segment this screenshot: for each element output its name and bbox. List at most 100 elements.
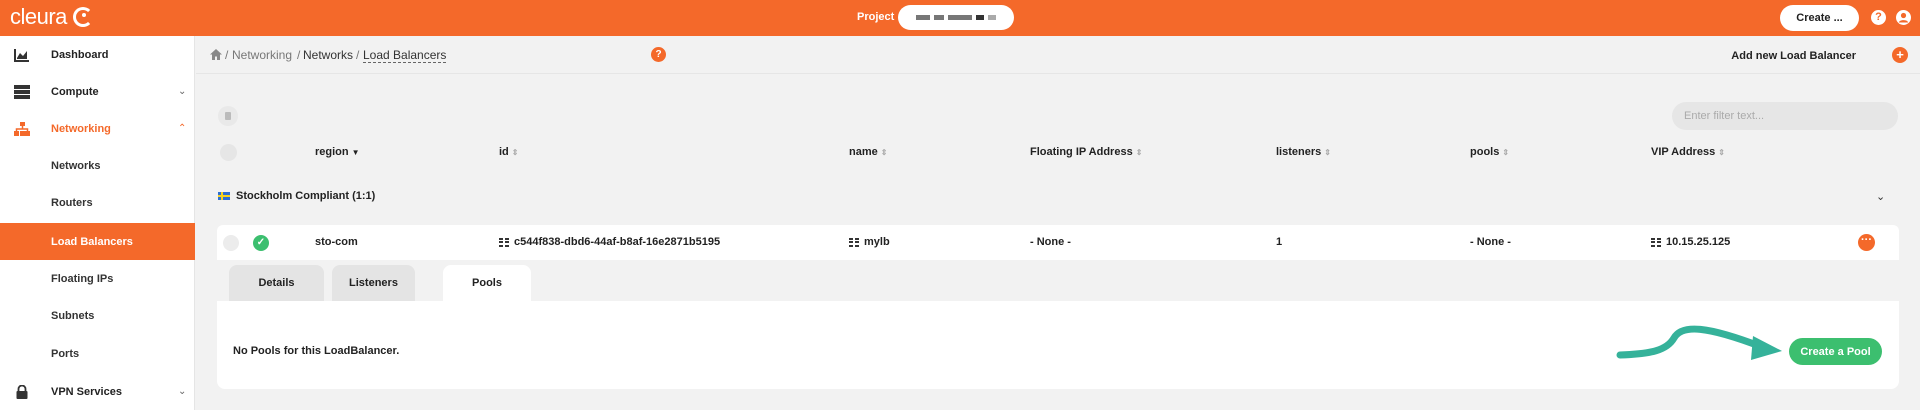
list-icon bbox=[1651, 237, 1661, 247]
sort-icon: ⇕ bbox=[1502, 148, 1510, 157]
server-icon bbox=[14, 84, 30, 99]
project-label: Project bbox=[857, 11, 895, 23]
sort-icon: ⇕ bbox=[511, 148, 519, 157]
column-label: region bbox=[315, 146, 349, 158]
create-button[interactable]: Create ... bbox=[1780, 5, 1859, 31]
tab-pools[interactable]: Pools bbox=[443, 265, 531, 301]
sidebar-item-floating-ips[interactable]: Floating IPs bbox=[0, 260, 195, 297]
row-detail-panel: Details Listeners Pools No Pools for thi… bbox=[217, 260, 1899, 389]
detail-tabs: Details Listeners Pools bbox=[217, 260, 1899, 301]
column-label: name bbox=[849, 146, 878, 158]
sidebar-item-routers[interactable]: Routers bbox=[0, 184, 195, 221]
status-ok-icon: ✓ bbox=[253, 235, 269, 251]
breadcrumb: / Networking / Networks / Load Balancers… bbox=[196, 36, 1920, 74]
column-header-listeners[interactable]: listeners ⇕ bbox=[1276, 146, 1331, 158]
logo[interactable]: cleura bbox=[10, 4, 93, 30]
cell-name: mylb bbox=[849, 236, 890, 248]
cell-pools: - None - bbox=[1470, 236, 1511, 248]
chart-icon bbox=[14, 48, 29, 62]
sidebar-item-label: VPN Services bbox=[51, 385, 122, 398]
help-icon[interactable]: ? bbox=[1871, 10, 1886, 25]
sidebar: Dashboard Compute ⌄ Networking ⌃ Network… bbox=[0, 36, 195, 410]
cell-floating-ip: - None - bbox=[1030, 236, 1071, 248]
cell-listeners: 1 bbox=[1276, 236, 1283, 248]
column-header-name[interactable]: name ⇕ bbox=[849, 146, 887, 158]
breadcrumb-networks[interactable]: Networks bbox=[303, 48, 353, 62]
list-icon bbox=[499, 237, 509, 247]
column-header-pools[interactable]: pools ⇕ bbox=[1470, 146, 1509, 158]
add-load-balancer-label[interactable]: Add new Load Balancer bbox=[1731, 50, 1856, 62]
sort-icon: ⇕ bbox=[880, 148, 888, 157]
delete-icon[interactable] bbox=[218, 106, 238, 126]
sidebar-item-label: Networks bbox=[51, 159, 101, 172]
breadcrumb-separator: / bbox=[356, 48, 360, 62]
network-icon bbox=[14, 121, 30, 136]
table-row[interactable]: ✓ sto-com c544f838-dbd6-44af-b8af-16e287… bbox=[217, 225, 1899, 260]
sidebar-item-label: Networking bbox=[51, 122, 111, 135]
breadcrumb-load-balancers: Load Balancers bbox=[363, 48, 447, 63]
sort-icon: ⇕ bbox=[1324, 148, 1331, 157]
logo-icon bbox=[72, 7, 93, 27]
home-icon[interactable] bbox=[210, 49, 222, 60]
sidebar-item-subnets[interactable]: Subnets bbox=[0, 297, 195, 334]
more-options-icon[interactable]: ··· bbox=[1858, 234, 1875, 251]
empty-state-message: No Pools for this LoadBalancer. bbox=[233, 345, 400, 357]
region-group-header[interactable]: Stockholm Compliant (1:1) bbox=[218, 190, 375, 202]
create-pool-button[interactable]: Create a Pool bbox=[1789, 338, 1882, 365]
cell-region: sto-com bbox=[315, 236, 358, 248]
chevron-down-icon[interactable]: ⌄ bbox=[1876, 190, 1885, 203]
help-icon[interactable]: ? bbox=[651, 47, 666, 62]
sidebar-item-label: Dashboard bbox=[51, 48, 109, 61]
column-header-id[interactable]: id ⇕ bbox=[499, 146, 518, 158]
column-label: id bbox=[499, 146, 509, 158]
sort-icon: ⇕ bbox=[1135, 148, 1143, 157]
cell-vip: 10.15.25.125 bbox=[1651, 236, 1730, 248]
sidebar-item-compute[interactable]: Compute ⌄ bbox=[0, 73, 195, 110]
logo-text: cleura bbox=[10, 4, 67, 29]
breadcrumb-networking[interactable]: Networking bbox=[232, 48, 292, 62]
top-bar: cleura Project Create ... ? bbox=[0, 0, 1920, 36]
sidebar-item-label: Ports bbox=[51, 347, 80, 360]
sidebar-item-label: Subnets bbox=[51, 309, 95, 322]
cell-vip-text: 10.15.25.125 bbox=[1666, 236, 1731, 248]
lock-icon bbox=[16, 384, 28, 399]
sidebar-item-label: Compute bbox=[51, 85, 99, 98]
sidebar-item-networks[interactable]: Networks bbox=[0, 147, 195, 184]
tab-details[interactable]: Details bbox=[229, 265, 324, 301]
sidebar-item-dashboard[interactable]: Dashboard bbox=[0, 36, 195, 73]
column-label: Floating IP Address bbox=[1030, 146, 1133, 158]
add-load-balancer-icon[interactable]: + bbox=[1892, 47, 1908, 63]
flag-icon bbox=[218, 192, 230, 200]
chevron-down-icon: ⌄ bbox=[178, 86, 187, 97]
column-label: listeners bbox=[1276, 146, 1322, 158]
breadcrumb-separator: / bbox=[225, 48, 229, 62]
column-label: VIP Address bbox=[1651, 146, 1716, 158]
column-header-region[interactable]: region ▼ bbox=[315, 146, 360, 158]
project-selector[interactable] bbox=[898, 5, 1014, 30]
column-header-vip[interactable]: VIP Address ⇕ bbox=[1651, 146, 1725, 158]
main-content: region▼ id⇕ name⇕ Floating IP Address⇕ l… bbox=[196, 74, 1920, 410]
cell-name-text: mylb bbox=[864, 236, 890, 248]
chevron-up-icon: ⌃ bbox=[178, 123, 187, 134]
tab-listeners[interactable]: Listeners bbox=[332, 265, 415, 301]
column-header-floating-ip[interactable]: Floating IP Address ⇕ bbox=[1030, 146, 1142, 158]
select-all-checkbox[interactable] bbox=[220, 144, 237, 161]
row-checkbox[interactable] bbox=[223, 235, 239, 251]
filter-input[interactable] bbox=[1672, 102, 1898, 130]
sidebar-item-networking[interactable]: Networking ⌃ bbox=[0, 110, 195, 147]
user-icon[interactable] bbox=[1896, 10, 1911, 25]
sidebar-item-vpn-services[interactable]: VPN Services ⌄ bbox=[0, 373, 195, 410]
sort-desc-icon: ▼ bbox=[351, 148, 360, 157]
sidebar-item-label: Load Balancers bbox=[51, 235, 133, 248]
chevron-down-icon: ⌄ bbox=[178, 386, 187, 397]
sidebar-item-label: Routers bbox=[51, 196, 93, 209]
sidebar-item-ports[interactable]: Ports bbox=[0, 335, 195, 372]
list-icon bbox=[849, 237, 859, 247]
sidebar-item-load-balancers[interactable]: Load Balancers bbox=[0, 223, 195, 260]
arrow-annotation-icon bbox=[1616, 325, 1782, 360]
cell-id: c544f838-dbd6-44af-b8af-16e2871b5195 bbox=[499, 236, 720, 248]
sidebar-item-label: Floating IPs bbox=[51, 272, 114, 285]
sort-icon: ⇕ bbox=[1718, 148, 1725, 157]
cell-id-text: c544f838-dbd6-44af-b8af-16e2871b5195 bbox=[514, 236, 721, 248]
column-label: pools bbox=[1470, 146, 1500, 158]
